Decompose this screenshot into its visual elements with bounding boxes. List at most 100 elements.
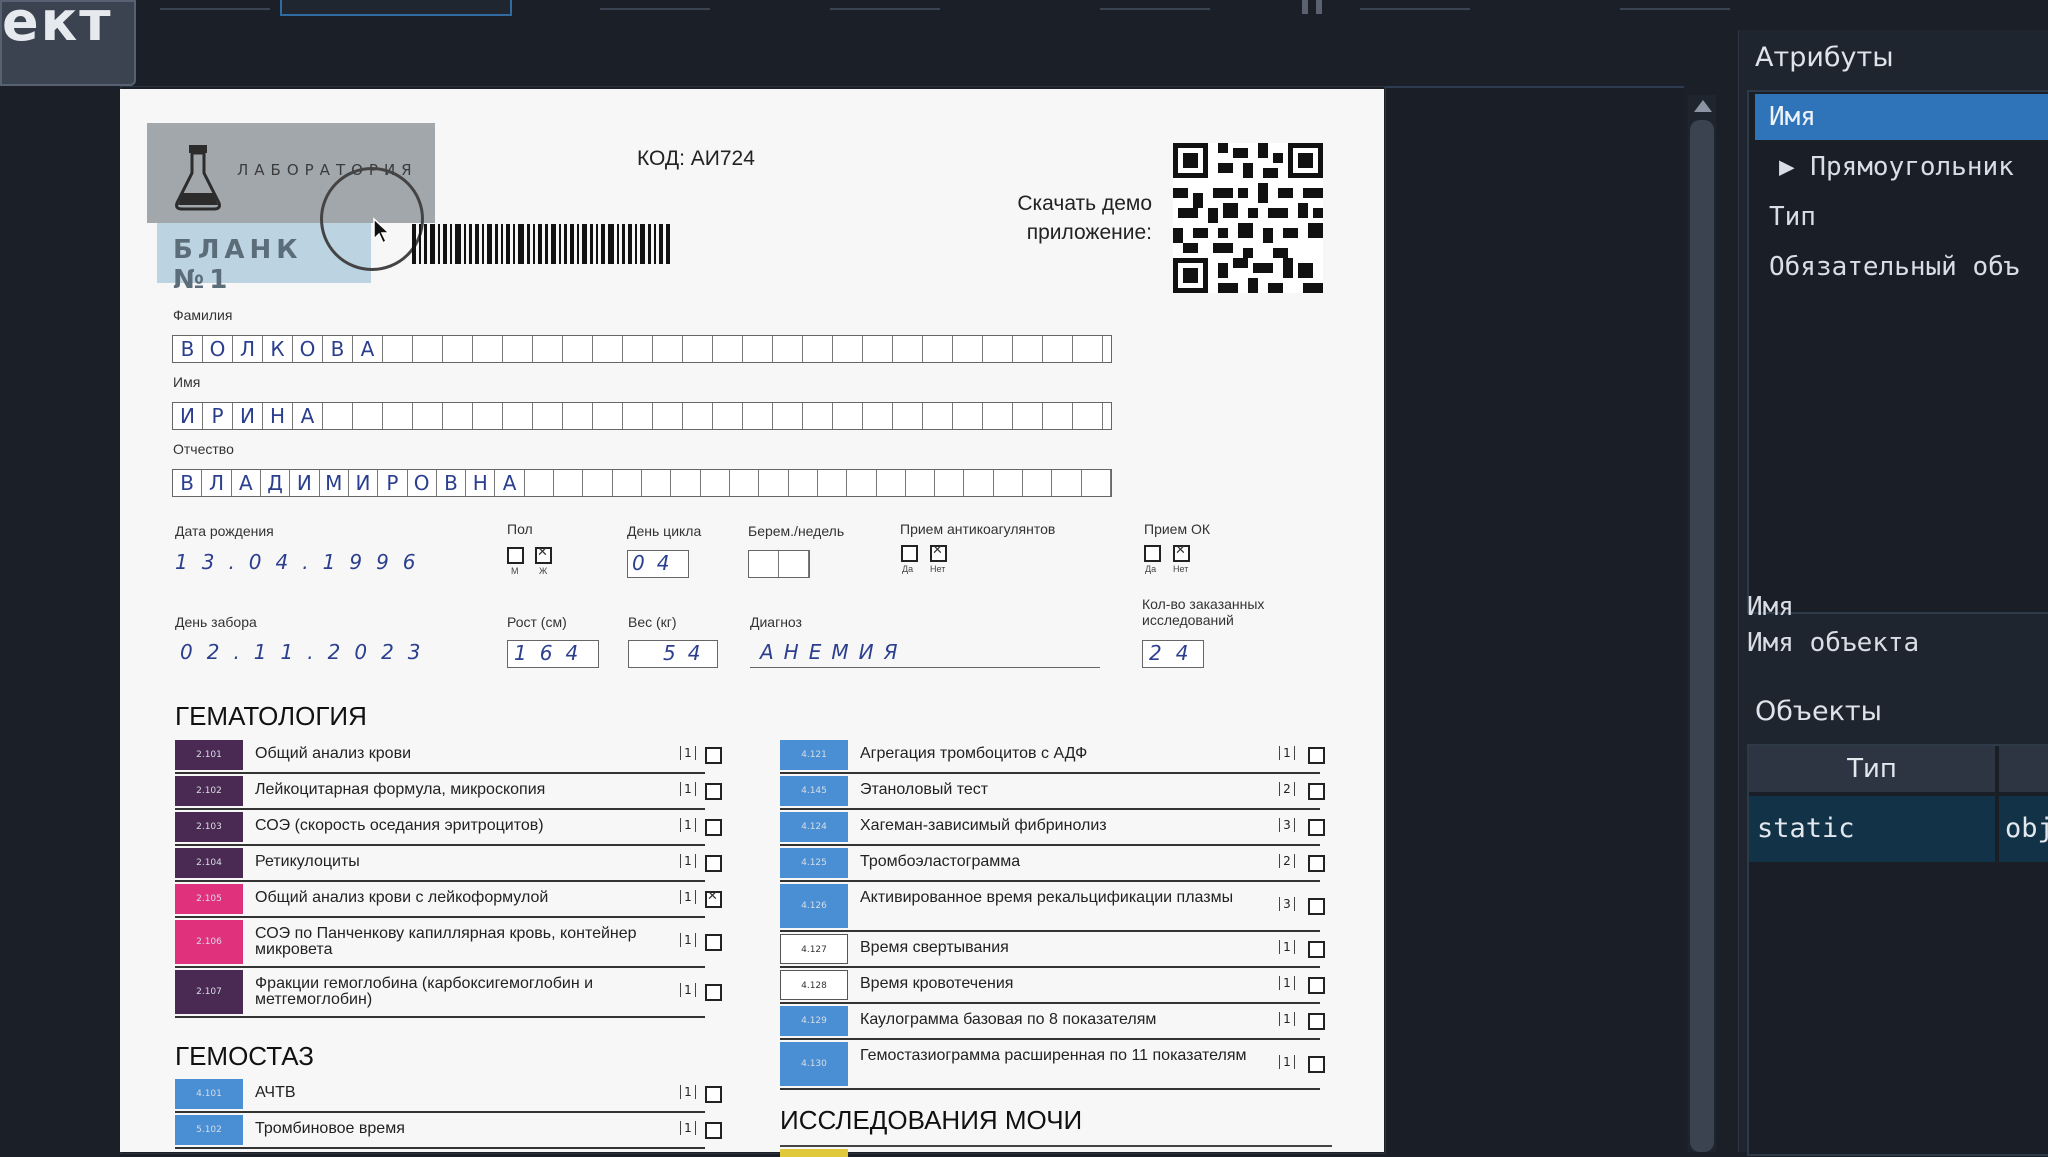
weight-value: 54 xyxy=(663,641,713,665)
test-checkbox[interactable] xyxy=(705,855,722,872)
surname-field[interactable]: В О Л К О В А xyxy=(172,335,1112,363)
name-char: И xyxy=(233,403,263,429)
name-empty-cell xyxy=(743,403,773,429)
right-test-row: 4.129 Каулограмма базовая по 8 показателя… xyxy=(780,1006,1325,1040)
ok-no-label: Нет xyxy=(1173,564,1189,574)
patronymic-char: М xyxy=(320,470,349,496)
test-code-badge: 2.104 xyxy=(175,848,243,878)
pregnancy-field[interactable] xyxy=(748,550,810,578)
objects-row-name[interactable]: obj xyxy=(1999,796,2048,862)
name-field[interactable]: И Р И Н А xyxy=(172,402,1112,430)
top-menu-item[interactable] xyxy=(160,0,270,10)
name-empty-cell xyxy=(833,403,863,429)
test-checkbox[interactable] xyxy=(705,747,722,764)
top-menu-item[interactable] xyxy=(1100,0,1210,10)
test-checkbox[interactable] xyxy=(705,984,722,1001)
cycle-field[interactable]: 04 xyxy=(627,550,689,578)
name-label: Имя xyxy=(173,374,201,390)
surname-empty-cell xyxy=(443,336,473,362)
name-empty-cell xyxy=(953,403,983,429)
test-checkbox[interactable] xyxy=(705,783,722,800)
surname-empty-cell xyxy=(1013,336,1043,362)
test-checkbox[interactable] xyxy=(705,1086,722,1103)
active-top-tab[interactable] xyxy=(280,0,512,16)
objects-header-name[interactable] xyxy=(1999,746,2048,792)
test-checkbox[interactable] xyxy=(1308,783,1325,800)
patronymic-char: А xyxy=(495,470,525,496)
top-menu-item[interactable] xyxy=(600,0,710,10)
test-name: Время кровотечения xyxy=(860,975,1014,992)
name-empty-cell xyxy=(893,403,923,429)
objects-row-type[interactable]: static xyxy=(1749,796,1995,862)
object-name-field[interactable]: Имя объекта xyxy=(1747,628,1919,658)
patronymic-empty-cell xyxy=(1082,470,1111,496)
ok-no-checkbox[interactable] xyxy=(1173,543,1190,562)
attribute-row-name[interactable]: Имя xyxy=(1755,94,2048,140)
name-empty-cell xyxy=(323,403,353,429)
diagnosis-field[interactable]: АНЕМИЯ xyxy=(750,640,1100,668)
test-checkbox[interactable] xyxy=(1308,898,1325,915)
test-checkbox[interactable] xyxy=(705,1122,722,1139)
surname-empty-cell xyxy=(503,336,533,362)
anticoag-no-checkbox[interactable] xyxy=(930,543,947,562)
pointer-icon xyxy=(373,217,391,245)
test-checkbox[interactable] xyxy=(1308,941,1325,958)
test-checkbox[interactable] xyxy=(1308,747,1325,764)
top-menu-item[interactable] xyxy=(1360,0,1470,10)
dob-field[interactable]: 13.04.1996 xyxy=(173,550,478,578)
surname-empty-cell xyxy=(743,336,773,362)
test-name: Каулограмма базовая по 8 показателям xyxy=(860,1011,1157,1028)
test-checkbox[interactable] xyxy=(705,819,722,836)
test-name: Фракции гемоглобина (карбоксигемоглобин … xyxy=(255,975,594,1008)
form-document[interactable]: ЛАБОРАТОРИЯ БЛАНК №1 КОД: АИ724 Скачать … xyxy=(120,89,1384,1157)
collect-date-field[interactable]: 02.11.2023 xyxy=(174,640,479,668)
weight-field[interactable]: 54 xyxy=(628,640,718,668)
test-checkbox[interactable] xyxy=(1308,977,1325,994)
app-logo-tile[interactable]: ект xyxy=(0,0,136,86)
test-checkbox[interactable] xyxy=(705,934,722,951)
name-empty-cell xyxy=(713,403,743,429)
surname-char: А xyxy=(353,336,383,362)
hemostasis-test-row: 5.102 Тромбиновое время 1 xyxy=(175,1115,722,1149)
hemostasis-test-row: 4.101 АЧТВ 1 xyxy=(175,1079,722,1113)
ok-yes-checkbox[interactable] xyxy=(1144,545,1161,562)
count-field[interactable]: 24 xyxy=(1142,640,1204,668)
patronymic-empty-cell xyxy=(613,470,642,496)
attribute-row-type[interactable]: Тип xyxy=(1755,194,2048,240)
name-empty-cell xyxy=(563,403,593,429)
test-count: 1 xyxy=(1279,1055,1295,1069)
name-empty-cell xyxy=(1013,403,1043,429)
objects-header-type[interactable]: Тип xyxy=(1749,746,1995,792)
sex-label: Пол xyxy=(507,521,533,537)
test-checkbox[interactable] xyxy=(1308,855,1325,872)
test-name: Ретикулоциты xyxy=(255,853,360,870)
canvas-area[interactable] xyxy=(1384,86,1684,1154)
test-checkbox[interactable] xyxy=(1308,1013,1325,1030)
scrollbar-thumb[interactable] xyxy=(1690,120,1714,1152)
test-checkbox[interactable] xyxy=(1308,819,1325,836)
ok-yes-label: Да xyxy=(1145,564,1157,574)
surname-empty-cell xyxy=(473,336,503,362)
attribute-row-required[interactable]: Обязательный объ xyxy=(1755,244,2048,290)
name-char: А xyxy=(293,403,323,429)
test-checkbox[interactable] xyxy=(1308,1056,1325,1073)
height-field[interactable]: 164 xyxy=(507,640,599,668)
patronymic-empty-cell xyxy=(642,470,672,496)
anticoag-yes-checkbox[interactable] xyxy=(901,545,918,562)
scroll-up-icon[interactable] xyxy=(1694,100,1712,112)
attribute-row-rectangle[interactable]: ▶ Прямоугольник xyxy=(1755,144,2048,190)
patronymic-empty-cell xyxy=(964,470,994,496)
test-name: Этаноловый тест xyxy=(860,781,989,798)
qr-code[interactable] xyxy=(1173,143,1323,293)
hematology-test-row: 2.107 Фракции гемоглобина (карбоксигемогл… xyxy=(175,970,722,1018)
sex-m-checkbox[interactable] xyxy=(507,547,524,564)
sex-f-checkbox[interactable] xyxy=(535,545,552,564)
patronymic-field[interactable]: В Л А Д И М И Р О В Н А xyxy=(172,469,1112,497)
test-checkbox[interactable] xyxy=(705,889,722,908)
patronymic-char: В xyxy=(173,470,203,496)
top-menu-item[interactable] xyxy=(1620,0,1730,10)
surname-empty-cell xyxy=(383,336,413,362)
patronymic-char: Д xyxy=(261,470,291,496)
top-menu-item[interactable] xyxy=(830,0,940,10)
flask-icon xyxy=(175,145,221,211)
